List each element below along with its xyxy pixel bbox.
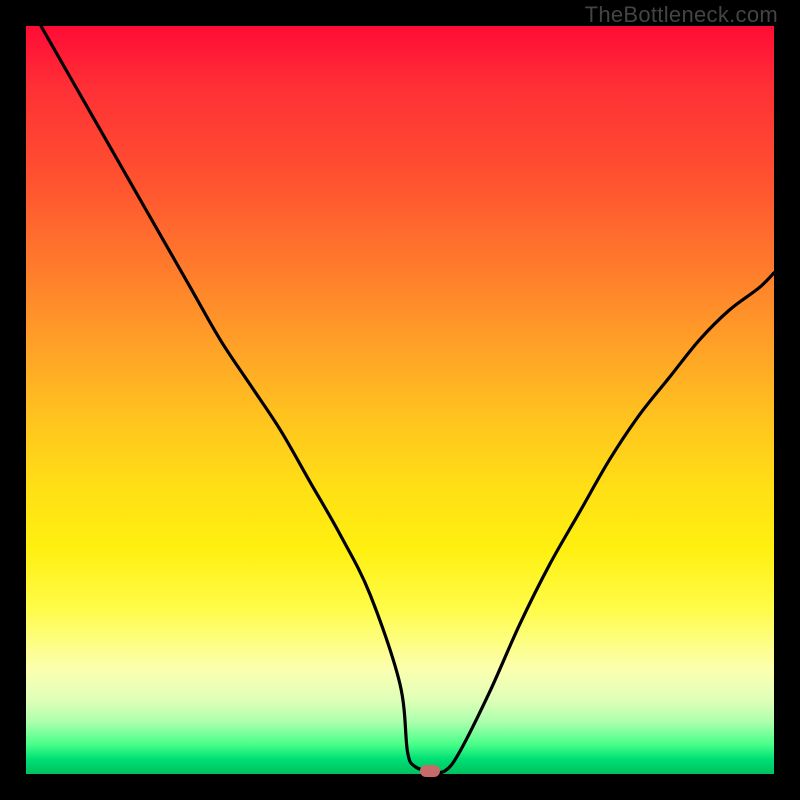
chart-container: TheBottleneck.com bbox=[0, 0, 800, 800]
plot-area bbox=[26, 26, 774, 774]
watermark-text: TheBottleneck.com bbox=[585, 2, 778, 28]
bottleneck-curve bbox=[41, 26, 774, 773]
optimal-point-marker bbox=[420, 765, 440, 777]
curve-svg bbox=[26, 26, 774, 774]
